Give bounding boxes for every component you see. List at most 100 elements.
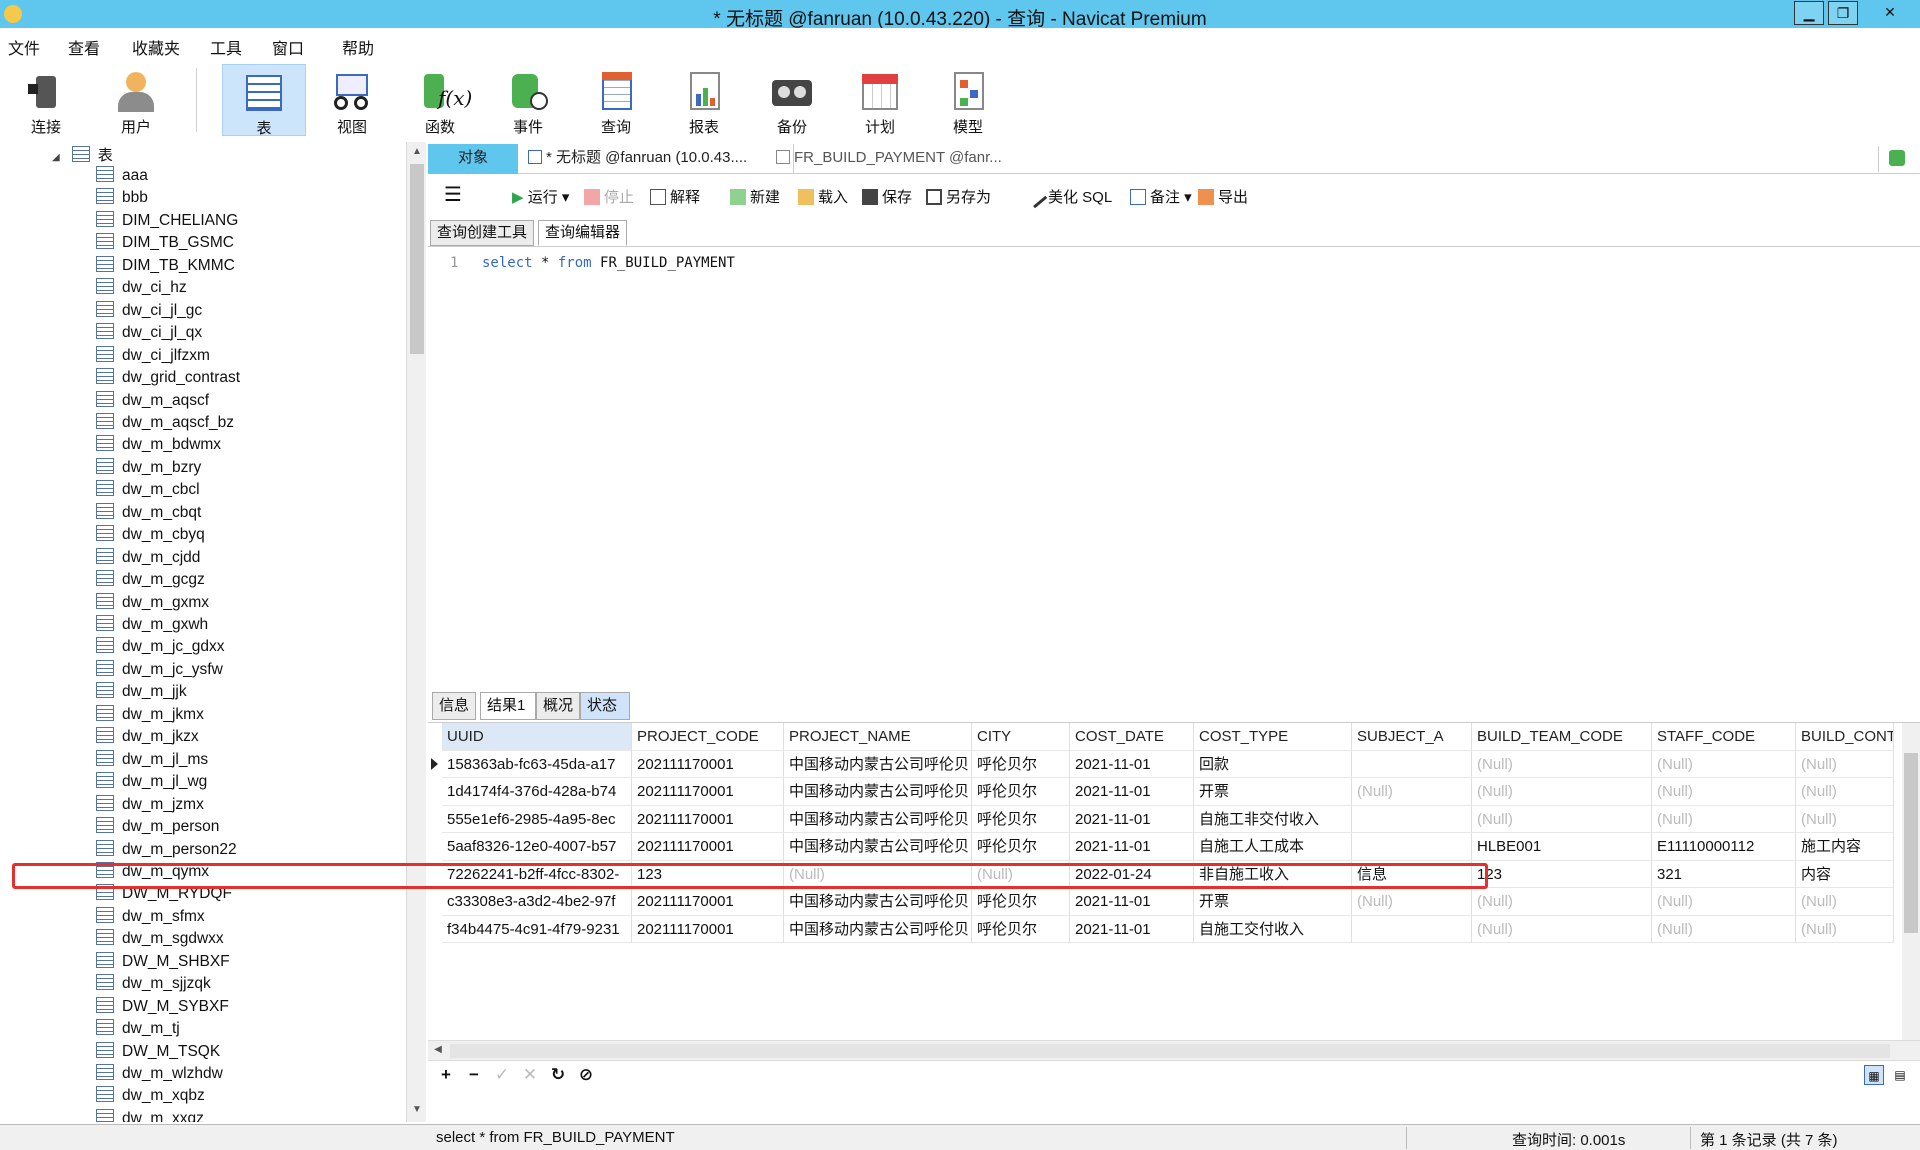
column-header-staff-code[interactable]: STAFF_CODE — [1652, 723, 1796, 751]
table-cell[interactable]: 202111170001 — [632, 833, 784, 861]
table-cell[interactable]: 开票 — [1194, 778, 1352, 806]
collapse-arrow-icon[interactable]: ◢ — [52, 152, 60, 163]
table-cell[interactable]: 中国移动内蒙古公司呼伦贝 — [784, 750, 972, 778]
table-cell[interactable]: 202111170001 — [632, 915, 784, 943]
tab-profile[interactable]: 概况 — [536, 692, 580, 720]
load-button[interactable]: 载入 — [798, 186, 848, 207]
table-cell[interactable]: (Null) — [1652, 750, 1796, 778]
table-cell[interactable]: 自施工人工成本 — [1194, 833, 1352, 861]
apply-icon[interactable]: ✓ — [492, 1065, 512, 1085]
tab-result1[interactable]: 结果1 — [480, 692, 536, 720]
tree-item-12[interactable]: dw_m_bdwmx — [96, 435, 221, 457]
query-button[interactable]: 查询 — [574, 64, 658, 136]
table-cell[interactable]: 内容 — [1796, 860, 1894, 888]
table-cell[interactable]: 72262241-b2ff-4fcc-8302- — [442, 860, 632, 888]
tree-item-20[interactable]: dw_m_gxwh — [96, 615, 208, 637]
tree-item-7[interactable]: dw_ci_jl_qx — [96, 323, 202, 345]
stop-button[interactable]: 停止 — [584, 186, 634, 207]
scroll-left-icon[interactable]: ◀ — [431, 1044, 445, 1058]
table-cell[interactable]: 呼伦贝尔 — [972, 888, 1070, 916]
menu-help[interactable]: 帮助 — [342, 35, 374, 59]
table-cell[interactable]: (Null) — [1796, 805, 1894, 833]
table-cell[interactable]: (Null) — [1796, 915, 1894, 943]
tree-item-9[interactable]: dw_grid_contrast — [96, 368, 240, 390]
table-cell[interactable]: (Null) — [1352, 778, 1472, 806]
delete-record-icon[interactable]: − — [464, 1065, 484, 1085]
table-cell[interactable]: 1d4174f4-376d-428a-b74 — [442, 778, 632, 806]
tree-item-30[interactable]: dw_m_person22 — [96, 839, 237, 862]
tree-item-34[interactable]: dw_m_sgdwxx — [96, 929, 224, 951]
table-cell[interactable]: 开票 — [1194, 888, 1352, 916]
column-header-build-cont[interactable]: BUILD_CONT — [1796, 723, 1894, 751]
table-row[interactable]: c33308e3-a3d2-4be2-97f 202111170001 中国移动内蒙… — [428, 888, 1902, 916]
column-header-cost-date[interactable]: COST_DATE — [1070, 723, 1194, 751]
table-cell[interactable]: (Null) — [1652, 888, 1796, 916]
table-cell[interactable]: 信息 — [1352, 860, 1472, 888]
menu-window[interactable]: 窗口 — [272, 35, 304, 59]
table-cell[interactable]: (Null) — [1796, 778, 1894, 806]
table-cell[interactable]: 158363ab-fc63-45da-a17 — [442, 750, 632, 778]
tree-item-31[interactable]: dw_m_qymx — [96, 861, 209, 884]
table-cell[interactable]: (Null) — [1472, 888, 1652, 916]
table-cell[interactable]: 中国移动内蒙古公司呼伦贝 — [784, 833, 972, 861]
table-cell[interactable]: (Null) — [1652, 805, 1796, 833]
tab-table[interactable]: FR_BUILD_PAYMENT @fanr... — [768, 144, 1018, 174]
grid-horizontal-scrollbar[interactable]: ◀ — [428, 1040, 1920, 1060]
scroll-up-icon[interactable]: ▲ — [410, 146, 424, 160]
tree-item-11[interactable]: dw_m_aqscf_bz — [96, 412, 234, 435]
tree-item-28[interactable]: dw_m_jzmx — [96, 794, 204, 817]
table-cell[interactable]: 202111170001 — [632, 778, 784, 806]
scrollbar-thumb[interactable] — [410, 164, 424, 354]
event-button[interactable]: 事件 — [486, 64, 570, 136]
scrollbar-thumb[interactable] — [450, 1044, 1890, 1058]
table-cell[interactable]: 321 — [1652, 860, 1796, 888]
tree-item-22[interactable]: dw_m_jc_ysfw — [96, 659, 223, 682]
tree-item-8[interactable]: dw_ci_jlfzxm — [96, 345, 210, 368]
table-row[interactable]: 555e1ef6-2985-4a95-8ec 202111170001 中国移动内蒙… — [428, 805, 1902, 833]
table-cell[interactable]: 非自施工收入 — [1194, 860, 1352, 888]
tab-info[interactable]: 信息 — [432, 692, 476, 720]
table-cell[interactable]: c33308e3-a3d2-4be2-97f — [442, 888, 632, 916]
scrollbar-thumb[interactable] — [1904, 753, 1918, 933]
table-cell[interactable]: (Null) — [1472, 778, 1652, 806]
sql-code[interactable]: select * from FR_BUILD_PAYMENT — [482, 255, 735, 271]
column-header-cost-type[interactable]: COST_TYPE — [1194, 723, 1352, 751]
table-cell[interactable]: (Null) — [1352, 888, 1472, 916]
save-as-button[interactable]: 另存为 — [926, 186, 991, 207]
user-button[interactable]: 用户 — [94, 64, 178, 136]
tree-item-23[interactable]: dw_m_jjk — [96, 682, 187, 704]
table-cell[interactable]: 呼伦贝尔 — [972, 805, 1070, 833]
grid-vertical-scrollbar[interactable] — [1902, 723, 1920, 1040]
menu-view[interactable]: 查看 — [68, 35, 100, 59]
close-button[interactable]: ✕ — [1862, 1, 1918, 25]
tree-item-36[interactable]: dw_m_sjjzqk — [96, 974, 211, 996]
tree-item-25[interactable]: dw_m_jkzx — [96, 727, 199, 749]
table-row[interactable]: f34b4475-4c91-4f79-9231 202111170001 中国移动内… — [428, 915, 1902, 943]
beautify-sql-button[interactable]: 美化 SQL — [1024, 185, 1112, 209]
table-cell[interactable]: 2021-11-01 — [1070, 915, 1194, 943]
tree-item-29[interactable]: dw_m_person — [96, 817, 219, 839]
view-button[interactable]: 视图 — [310, 64, 394, 136]
menu-tools[interactable]: 工具 — [210, 35, 242, 59]
table-cell[interactable]: (Null) — [1652, 915, 1796, 943]
menu-favorites[interactable]: 收藏夹 — [132, 35, 180, 59]
tree-item-32[interactable]: DW_M_RYDQF — [96, 884, 232, 906]
table-cell[interactable]: (Null) — [1472, 750, 1652, 778]
table-cell[interactable]: 555e1ef6-2985-4a95-8ec — [442, 805, 632, 833]
backup-button[interactable]: 备份 — [750, 64, 834, 136]
comment-button[interactable]: 备注 ▾ — [1130, 186, 1192, 207]
table-cell[interactable]: HLBE001 — [1472, 833, 1652, 861]
table-cell[interactable]: 2021-11-01 — [1070, 805, 1194, 833]
connect-button[interactable]: 连接 — [4, 64, 88, 136]
run-button[interactable]: ▶ 运行 ▾ — [512, 186, 569, 207]
tree-scrollbar[interactable]: ▲ ▼ — [406, 142, 426, 1122]
explain-button[interactable]: 解释 — [650, 186, 700, 207]
tree-item-33[interactable]: dw_m_sfmx — [96, 906, 205, 929]
column-header-subject-a[interactable]: SUBJECT_A — [1352, 723, 1472, 751]
tree-item-4[interactable]: DIM_TB_KMMC — [96, 255, 235, 278]
tab-query[interactable]: * 无标题 @fanruan (10.0.43.... — [520, 144, 794, 174]
tree-item-26[interactable]: dw_m_jl_ms — [96, 749, 208, 772]
tree-item-18[interactable]: dw_m_gcgz — [96, 570, 205, 592]
table-cell[interactable]: (Null) — [784, 860, 972, 888]
tree-item-41[interactable]: dw_m_xqbz — [96, 1086, 205, 1108]
